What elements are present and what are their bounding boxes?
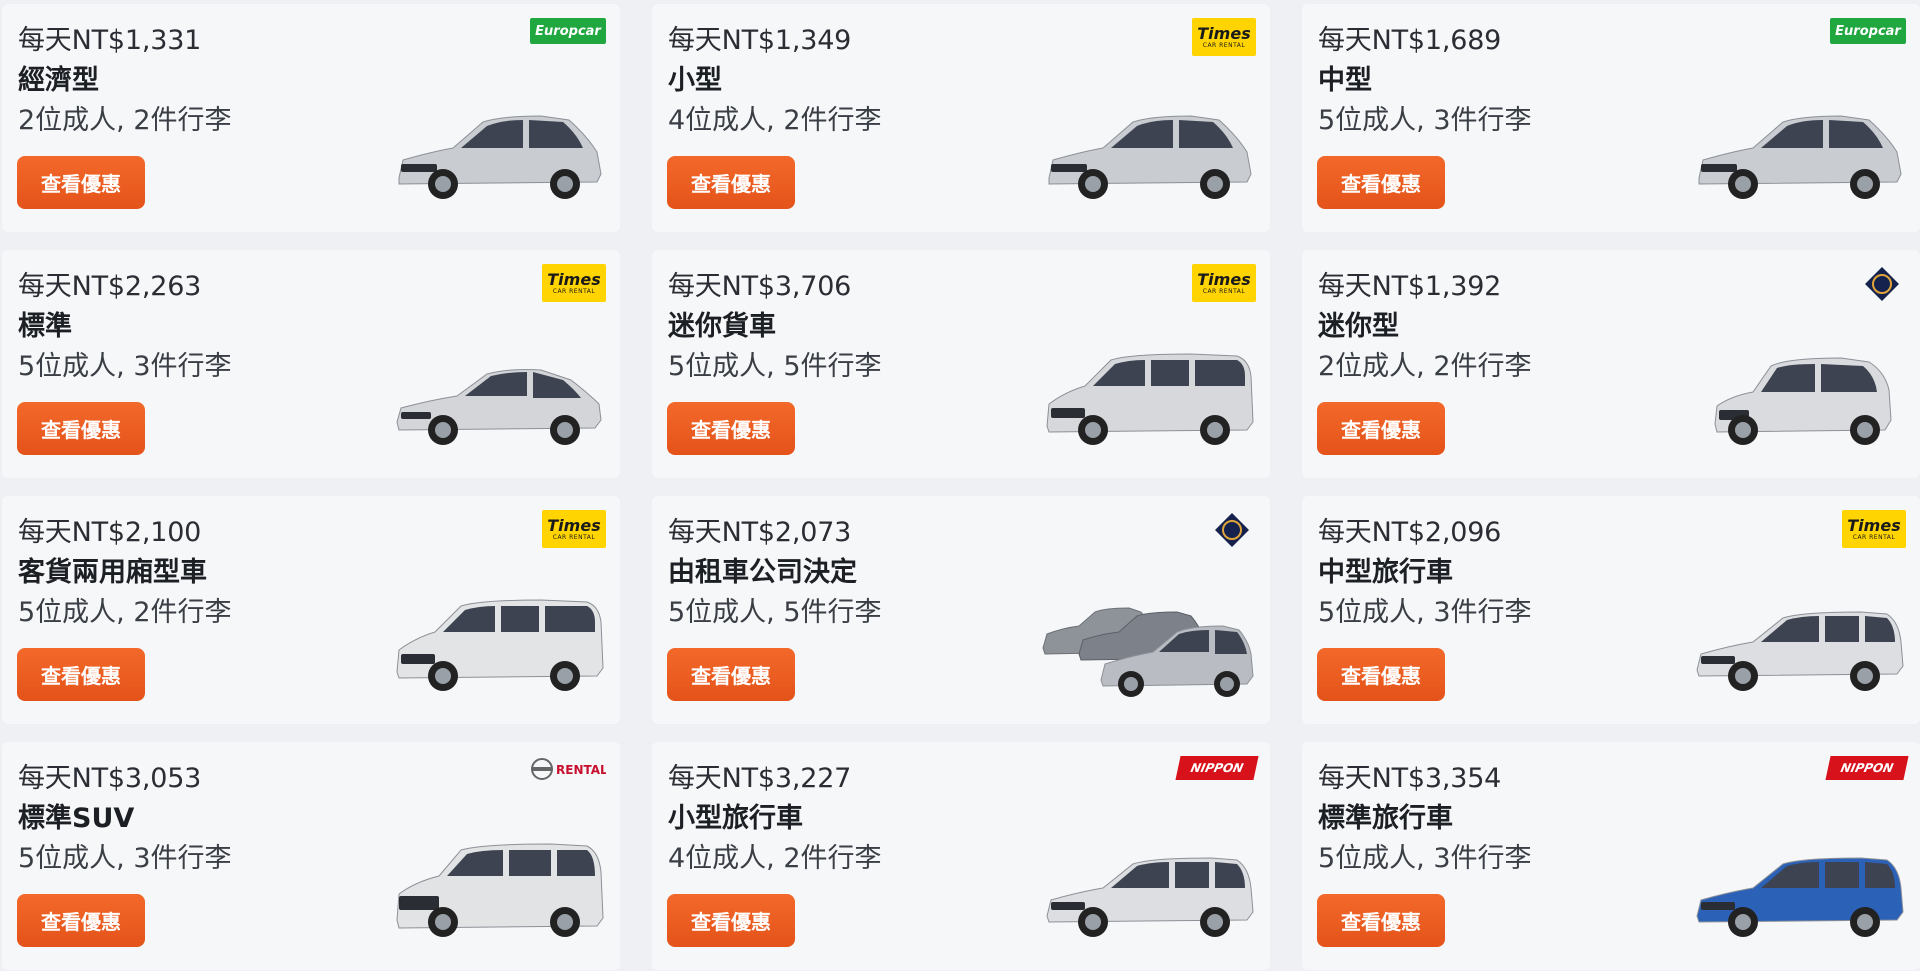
car-offer-card: 每天NT$1,331 經濟型 2位成人, 2件行李查看優惠 Europcar	[2, 4, 620, 232]
view-deal-button[interactable]: 查看優惠	[1317, 894, 1445, 947]
car-offer-card: 每天NT$3,053 標準SUV 5位成人, 3件行李查看優惠 RENTAL	[2, 742, 620, 970]
car-image	[391, 592, 606, 702]
times-logo: Times CAR RENTAL	[542, 264, 606, 302]
times-logo: Times CAR RENTAL	[1192, 18, 1256, 56]
car-results-grid: 每天NT$1,331 經濟型 2位成人, 2件行李 查看優惠 Europcar 每天NT…	[0, 0, 1920, 971]
price-per-day: 每天NT$1,392	[1318, 271, 1502, 302]
times-logo: Times CAR RENTAL	[1842, 510, 1906, 548]
view-deal-button[interactable]: 查看優惠	[17, 894, 145, 947]
car-class: 標準SUV	[18, 803, 135, 834]
capacity-info: 5位成人, 2件行李	[18, 597, 232, 628]
capacity-info: 2位成人, 2件行李	[1318, 351, 1532, 382]
car-offer-card: 每天NT$3,227 小型旅行車 4位成人, 2件行李查看優惠 NIPPON	[652, 742, 1270, 970]
car-image	[391, 838, 606, 948]
capacity-info: 4位成人, 2件行李	[668, 843, 882, 874]
price-per-day: 每天NT$3,354	[1318, 763, 1502, 794]
view-deal-button[interactable]: 查看優惠	[667, 648, 795, 701]
car-class: 中型旅行車	[1318, 557, 1453, 588]
view-deal-button[interactable]: 查看優惠	[667, 156, 795, 209]
car-offer-card: 每天NT$2,073 由租車公司決定 5位成人, 5件行李查看優惠	[652, 496, 1270, 724]
times-logo: Times CAR RENTAL	[542, 510, 606, 548]
europcar-logo: Europcar	[530, 18, 606, 44]
price-per-day: 每天NT$3,053	[18, 763, 202, 794]
price-per-day: 每天NT$1,349	[668, 25, 852, 56]
view-deal-button[interactable]: 查看優惠	[667, 894, 795, 947]
car-image	[1041, 838, 1256, 948]
nippon-rent-a-car-logo: NIPPON	[1175, 756, 1259, 780]
car-offer-card: 每天NT$1,349 小型 4位成人, 2件行李查看優惠 Times CAR RENTA…	[652, 4, 1270, 232]
car-offer-card: 每天NT$3,706 迷你貨車 5位成人, 5件行李查看優惠 Times CAR REN…	[652, 250, 1270, 478]
car-class: 中型	[1318, 65, 1372, 96]
car-image	[1041, 592, 1256, 702]
car-offer-card: 每天NT$2,263 標準 5位成人, 3件行李查看優惠 Times CAR RENTA…	[2, 250, 620, 478]
orix-logo	[1862, 264, 1902, 304]
svg-text:RENTAL: RENTAL	[556, 763, 606, 777]
car-class: 由租車公司決定	[668, 557, 857, 588]
view-deal-button[interactable]: 查看優惠	[1317, 648, 1445, 701]
car-image	[1041, 100, 1256, 210]
price-per-day: 每天NT$2,096	[1318, 517, 1502, 548]
capacity-info: 2位成人, 2件行李	[18, 105, 232, 136]
capacity-info: 5位成人, 5件行李	[668, 351, 882, 382]
car-class: 標準旅行車	[1318, 803, 1453, 834]
car-class: 小型	[668, 65, 722, 96]
car-image	[1691, 838, 1906, 948]
car-class: 標準	[18, 311, 72, 342]
car-image	[1691, 100, 1906, 210]
car-class: 迷你型	[1318, 311, 1399, 342]
nippon-rent-a-car-logo: NIPPON	[1825, 756, 1909, 780]
view-deal-button[interactable]: 查看優惠	[17, 156, 145, 209]
car-class: 小型旅行車	[668, 803, 803, 834]
capacity-info: 4位成人, 2件行李	[668, 105, 882, 136]
view-deal-button[interactable]: 查看優惠	[17, 648, 145, 701]
car-offer-card: 每天NT$1,392 迷你型 2位成人, 2件行李查看優惠	[1302, 250, 1920, 478]
price-per-day: 每天NT$1,331	[18, 25, 202, 56]
view-deal-button[interactable]: 查看優惠	[17, 402, 145, 455]
price-per-day: 每天NT$3,227	[668, 763, 852, 794]
capacity-info: 5位成人, 3件行李	[18, 351, 232, 382]
car-image	[1691, 592, 1906, 702]
car-image	[1041, 346, 1256, 456]
car-image	[1691, 346, 1906, 456]
price-per-day: 每天NT$2,100	[18, 517, 202, 548]
capacity-info: 5位成人, 3件行李	[1318, 105, 1532, 136]
view-deal-button[interactable]: 查看優惠	[667, 402, 795, 455]
capacity-info: 5位成人, 3件行李	[1318, 597, 1532, 628]
price-per-day: 每天NT$2,263	[18, 271, 202, 302]
price-per-day: 每天NT$2,073	[668, 517, 852, 548]
capacity-info: 5位成人, 5件行李	[668, 597, 882, 628]
europcar-logo: Europcar	[1830, 18, 1906, 44]
car-offer-card: 每天NT$3,354 標準旅行車 5位成人, 3件行李查看優惠 NIPPON	[1302, 742, 1920, 970]
car-image	[391, 100, 606, 210]
orix-logo	[1212, 510, 1252, 550]
times-logo: Times CAR RENTAL	[1192, 264, 1256, 302]
view-deal-button[interactable]: 查看優惠	[1317, 156, 1445, 209]
car-image	[391, 346, 606, 456]
capacity-info: 5位成人, 3件行李	[18, 843, 232, 874]
car-class: 經濟型	[18, 65, 99, 96]
nissan-rental-logo: RENTAL	[530, 756, 606, 782]
car-class: 客貨兩用廂型車	[18, 557, 207, 588]
price-per-day: 每天NT$1,689	[1318, 25, 1502, 56]
car-class: 迷你貨車	[668, 311, 776, 342]
capacity-info: 5位成人, 3件行李	[1318, 843, 1532, 874]
view-deal-button[interactable]: 查看優惠	[1317, 402, 1445, 455]
car-offer-card: 每天NT$2,096 中型旅行車 5位成人, 3件行李查看優惠 Times CAR RE…	[1302, 496, 1920, 724]
car-offer-card: 每天NT$2,100 客貨兩用廂型車 5位成人, 2件行李查看優惠 Times CAR …	[2, 496, 620, 724]
car-offer-card: 每天NT$1,689 中型 5位成人, 3件行李查看優惠 Europcar	[1302, 4, 1920, 232]
price-per-day: 每天NT$3,706	[668, 271, 852, 302]
